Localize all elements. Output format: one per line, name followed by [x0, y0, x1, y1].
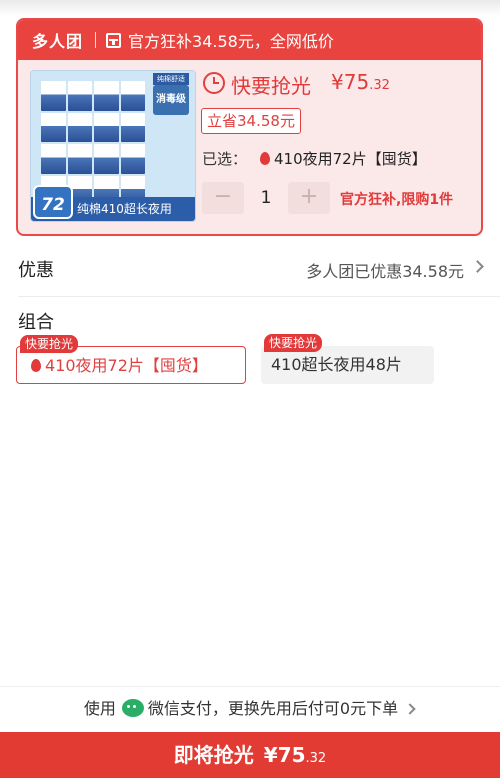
selected-value: 410夜用72片【囤货】 [256, 148, 427, 169]
wechat-pay-icon [121, 699, 144, 717]
price: ¥75.32 [331, 70, 390, 94]
combo-option-48[interactable]: 快要抢光 410超长夜用48片 [261, 334, 434, 384]
chevron-right-icon [404, 703, 416, 715]
subsidy-icon [106, 32, 122, 48]
selected-sku-text: 410夜用72片【囤货】 [274, 150, 427, 168]
product-sku-sheet: 多人团 官方狂补34.58元，全网低价 纯棉舒适 消毒级 纯棉410超长夜用 7… [0, 0, 500, 778]
price-main: ¥75 [331, 70, 370, 94]
stock-status: 快要抢光 [231, 74, 311, 98]
payment-divider [0, 686, 500, 687]
quantity-decrement-button[interactable]: − [202, 182, 244, 214]
buy-label: 即将抢光 [173, 743, 254, 767]
promo-body: 纯棉舒适 消毒级 纯棉410超长夜用 72 快要抢光 ¥75.32 立省34.5… [18, 60, 481, 234]
option-label: 410夜用72片【囤货】 [27, 347, 208, 385]
combo-option-72[interactable]: 快要抢光 410夜用72片【囤货】 [16, 335, 246, 385]
chevron-right-icon [471, 260, 484, 273]
combo-label: 组合 [18, 312, 54, 333]
payment-description: 微信支付，更换先用后付可0元下单 [147, 699, 399, 718]
option-label: 410超长夜用48片 [271, 355, 402, 374]
group-buy-tag: 多人团 [32, 32, 84, 51]
payment-method-row[interactable]: 使用 微信支付，更换先用后付可0元下单 [0, 688, 500, 730]
thumb-badge: 消毒级 [153, 85, 189, 115]
alarm-clock-icon [203, 72, 225, 94]
header-divider [95, 32, 97, 48]
purchase-limit-note: 官方狂补,限购1件 [340, 192, 454, 208]
option-text: 410夜用72片【囤货】 [45, 356, 208, 375]
payment-prefix: 使用 [83, 699, 116, 718]
selected-label: 已选： [202, 150, 248, 168]
product-thumbnail[interactable]: 纯棉舒适 消毒级 纯棉410超长夜用 72 [30, 70, 196, 222]
save-badge: 立省34.58元 [201, 108, 301, 134]
discount-value: 多人团已优惠34.58元 [306, 262, 464, 281]
thumb-badge-top: 纯棉舒适 [153, 73, 189, 85]
flame-icon [260, 152, 270, 165]
payment-text: 使用 微信支付，更换先用后付可0元下单 [84, 688, 416, 730]
buy-price-main: ¥75 [263, 743, 306, 767]
buy-now-button[interactable]: 即将抢光 ¥75.32 [0, 732, 500, 778]
buy-price-decimal: .32 [305, 751, 327, 766]
flame-icon [31, 359, 41, 372]
quantity-increment-button[interactable]: + [288, 182, 330, 214]
quantity-value[interactable]: 1 [244, 182, 288, 214]
buy-price: ¥75.32 [264, 743, 326, 767]
top-shadow [0, 0, 500, 16]
discount-label: 优惠 [18, 260, 54, 281]
promo-header: 多人团 官方狂补34.58元，全网低价 [18, 20, 481, 60]
discount-row[interactable]: 优惠 多人团已优惠34.58元 [0, 248, 500, 290]
price-decimal: .32 [369, 78, 390, 93]
thumb-count-badge: 72 [33, 185, 73, 219]
promo-card: 多人团 官方狂补34.58元，全网低价 纯棉舒适 消毒级 纯棉410超长夜用 7… [16, 18, 483, 236]
subsidy-text: 官方狂补34.58元，全网低价 [128, 32, 334, 51]
section-divider [18, 296, 500, 297]
